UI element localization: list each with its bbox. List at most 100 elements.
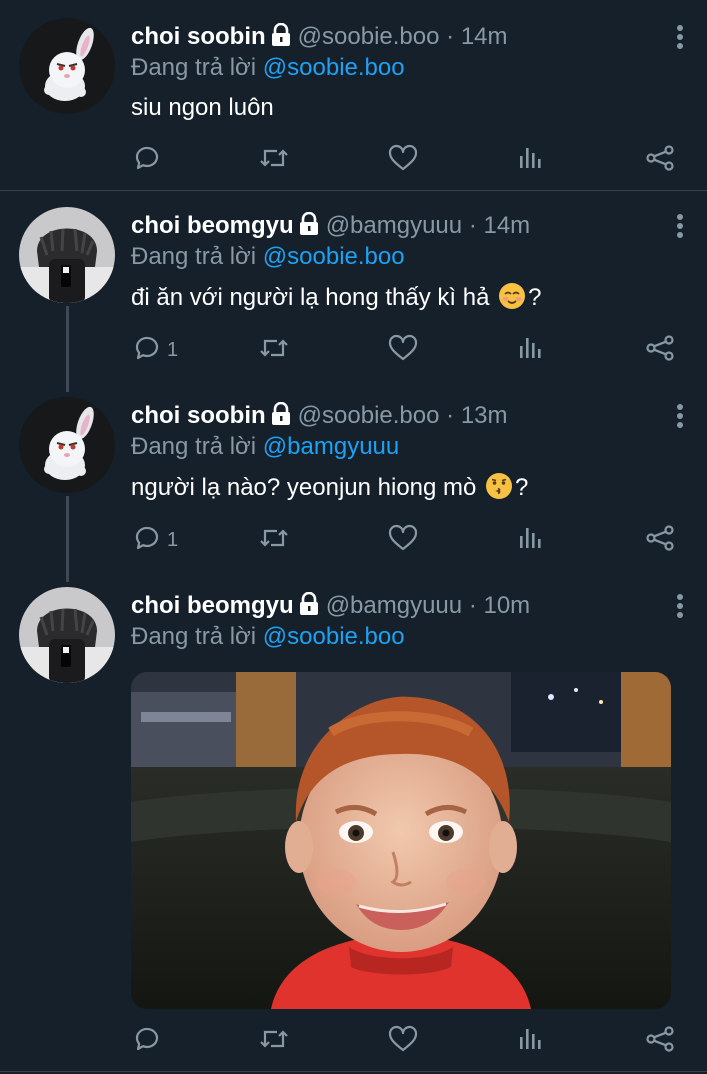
- reply-button[interactable]: 1: [133, 330, 178, 370]
- replying-to-label: Đang trả lời: [131, 243, 257, 270]
- divider: [0, 1071, 707, 1072]
- timestamp[interactable]: 13m: [461, 402, 508, 429]
- reply-button[interactable]: 1: [133, 520, 178, 560]
- more-vertical-icon[interactable]: [670, 22, 690, 52]
- retweet-icon: [258, 524, 290, 557]
- mention-link[interactable]: @bamgyuuu: [263, 433, 399, 460]
- more-vertical-icon[interactable]: [670, 591, 690, 621]
- heart-icon: [388, 334, 418, 367]
- handle[interactable]: @bamgyuuu: [326, 592, 462, 619]
- tweet-header: choi soobin @soobie.boo · 14m: [131, 22, 508, 52]
- replying-to: Đang trả lời @bamgyuuu: [131, 432, 399, 462]
- mention-link[interactable]: @soobie.boo: [263, 54, 405, 81]
- tweet-text-body: người lạ nào? yeonjun hiong mò: [131, 474, 477, 501]
- handle[interactable]: @bamgyuuu: [326, 212, 462, 239]
- stats-icon: [517, 524, 543, 557]
- like-button[interactable]: [388, 330, 418, 370]
- heart-icon: [388, 524, 418, 557]
- retweet-button[interactable]: [258, 520, 290, 560]
- share-button[interactable]: [645, 520, 675, 560]
- stats-button[interactable]: [517, 1021, 543, 1061]
- reply-count: 1: [167, 338, 179, 361]
- stats-button[interactable]: [517, 520, 543, 560]
- handle[interactable]: @soobie.boo: [298, 402, 440, 429]
- retweet-button[interactable]: [258, 330, 290, 370]
- separator: ·: [446, 23, 455, 50]
- lock-icon: [270, 22, 292, 55]
- avatar[interactable]: [19, 207, 115, 303]
- tweet[interactable]: choi soobin @soobie.boo · 13m Đang trả lờ…: [0, 381, 707, 571]
- action-bar: [0, 140, 707, 180]
- reply-icon: [133, 1025, 161, 1058]
- stats-icon: [517, 144, 543, 177]
- timestamp[interactable]: 14m: [461, 23, 508, 50]
- display-name[interactable]: choi beomgyu: [131, 592, 294, 619]
- display-name[interactable]: choi beomgyu: [131, 212, 294, 239]
- action-bar: 1: [0, 330, 707, 370]
- replying-to-label: Đang trả lời: [131, 54, 257, 81]
- share-button[interactable]: [645, 330, 675, 370]
- action-bar: 1: [0, 520, 707, 560]
- tweet-header: choi soobin @soobie.boo · 13m: [131, 401, 508, 431]
- tweet[interactable]: choi soobin @soobie.boo · 14m Đang trả lờ…: [0, 0, 707, 190]
- stats-icon: [517, 1025, 543, 1058]
- share-button[interactable]: [645, 140, 675, 180]
- avatar[interactable]: [19, 397, 115, 493]
- replying-to-label: Đang trả lời: [131, 433, 257, 460]
- smiling-face-icon: [498, 282, 526, 319]
- stats-button[interactable]: [517, 140, 543, 180]
- replying-to: Đang trả lời @soobie.boo: [131, 242, 405, 272]
- share-icon: [645, 334, 675, 367]
- lock-icon: [298, 211, 320, 244]
- retweet-button[interactable]: [258, 140, 290, 180]
- stats-icon: [517, 334, 543, 367]
- handle[interactable]: @soobie.boo: [298, 23, 440, 50]
- replying-to-label: Đang trả lời: [131, 623, 257, 650]
- tweet-photo[interactable]: [131, 672, 671, 1009]
- reply-count: 1: [167, 528, 179, 551]
- retweet-icon: [258, 144, 290, 177]
- timestamp[interactable]: 10m: [483, 592, 530, 619]
- mention-link[interactable]: @soobie.boo: [263, 243, 405, 270]
- tweet-header: choi beomgyu @bamgyuuu · 14m: [131, 211, 530, 241]
- display-name[interactable]: choi soobin: [131, 402, 266, 429]
- tweet-text: người lạ nào? yeonjun hiong mò ?: [131, 472, 528, 509]
- share-icon: [645, 144, 675, 177]
- timestamp[interactable]: 14m: [483, 212, 530, 239]
- lock-icon: [298, 591, 320, 624]
- lock-icon: [270, 401, 292, 434]
- reply-button[interactable]: [133, 140, 167, 180]
- more-vertical-icon[interactable]: [670, 401, 690, 431]
- share-button[interactable]: [645, 1021, 675, 1061]
- avatar[interactable]: [19, 587, 115, 683]
- like-button[interactable]: [388, 520, 418, 560]
- like-button[interactable]: [388, 1021, 418, 1061]
- replying-to: Đang trả lời @soobie.boo: [131, 622, 405, 652]
- tweet[interactable]: choi beomgyu @bamgyuuu · 10m Đang trả lời…: [0, 571, 707, 1071]
- retweet-icon: [258, 334, 290, 367]
- separator: ·: [468, 592, 477, 619]
- avatar[interactable]: [19, 18, 115, 114]
- timeline: choi soobin @soobie.boo · 14m Đang trả lờ…: [0, 0, 707, 1074]
- reply-icon: [133, 334, 161, 367]
- stats-button[interactable]: [517, 330, 543, 370]
- display-name[interactable]: choi soobin: [131, 23, 266, 50]
- mention-link[interactable]: @soobie.boo: [263, 623, 405, 650]
- reply-icon: [133, 144, 161, 177]
- tweet-header: choi beomgyu @bamgyuuu · 10m: [131, 591, 530, 621]
- tweet-text: đi ăn với người lạ hong thấy kì hả ?: [131, 282, 541, 319]
- replying-to: Đang trả lời @soobie.boo: [131, 53, 405, 83]
- tweet[interactable]: choi beomgyu @bamgyuuu · 14m Đang trả lời…: [0, 191, 707, 381]
- separator: ·: [446, 402, 455, 429]
- share-icon: [645, 524, 675, 557]
- tweet-text-body: đi ăn với người lạ hong thấy kì hả: [131, 284, 490, 311]
- action-bar: [0, 1021, 707, 1061]
- reply-icon: [133, 524, 161, 557]
- tweet-text: siu ngon luôn: [131, 94, 274, 121]
- like-button[interactable]: [388, 140, 418, 180]
- retweet-button[interactable]: [258, 1021, 290, 1061]
- separator: ·: [468, 212, 477, 239]
- more-vertical-icon[interactable]: [670, 211, 690, 241]
- reply-button[interactable]: [133, 1021, 167, 1061]
- retweet-icon: [258, 1025, 290, 1058]
